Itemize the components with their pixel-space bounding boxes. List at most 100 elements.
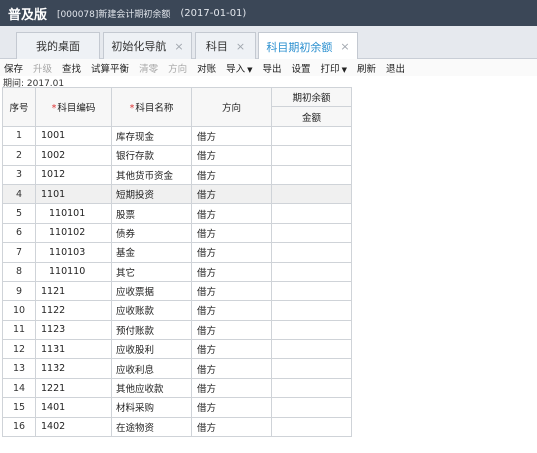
table-row[interactable]: 8 110110 其它 借方 bbox=[2, 261, 352, 282]
direction-button[interactable]: 方向 bbox=[168, 61, 187, 75]
account-name-cell[interactable]: 材料采购 bbox=[111, 397, 192, 418]
account-name-cell[interactable]: 预付账款 bbox=[111, 319, 192, 341]
direction-cell[interactable]: 借方 bbox=[191, 280, 272, 302]
settings-button[interactable]: 设置 bbox=[292, 61, 311, 75]
direction-cell[interactable]: 借方 bbox=[191, 145, 272, 166]
account-name-cell[interactable]: 应收股利 bbox=[111, 339, 192, 360]
account-code-cell[interactable]: 110101 bbox=[35, 203, 112, 224]
direction-cell[interactable]: 借方 bbox=[191, 416, 272, 438]
direction-cell[interactable]: 借方 bbox=[191, 261, 272, 282]
reconcile-button[interactable]: 对账 bbox=[197, 61, 216, 75]
print-button[interactable]: 打印 ▼ bbox=[321, 61, 347, 75]
account-name-cell[interactable]: 股票 bbox=[111, 203, 192, 224]
exit-button[interactable]: 退出 bbox=[386, 61, 405, 75]
table-row[interactable]: 16 1402 在途物资 借方 bbox=[2, 416, 352, 438]
direction-cell[interactable]: 借方 bbox=[191, 222, 272, 244]
table-row[interactable]: 3 1012 其他货币资金 借方 bbox=[2, 164, 352, 185]
amount-cell[interactable] bbox=[271, 339, 352, 360]
export-button[interactable]: 导出 bbox=[263, 61, 282, 75]
account-code-cell[interactable]: 110110 bbox=[35, 261, 112, 282]
amount-cell[interactable] bbox=[271, 261, 352, 282]
save-button[interactable]: 保存 bbox=[4, 61, 23, 75]
account-name-cell[interactable]: 短期投资 bbox=[111, 183, 192, 205]
account-code-cell[interactable]: 1001 bbox=[35, 125, 112, 147]
upgrade-button[interactable]: 升级 bbox=[33, 61, 52, 75]
table-row[interactable]: 15 1401 材料采购 借方 bbox=[2, 397, 352, 418]
direction-cell[interactable]: 借方 bbox=[191, 183, 272, 205]
account-code-cell[interactable]: 1221 bbox=[35, 377, 112, 399]
amount-cell[interactable] bbox=[271, 164, 352, 185]
account-name-cell[interactable]: 其他货币资金 bbox=[111, 164, 192, 185]
direction-cell[interactable]: 借方 bbox=[191, 242, 272, 263]
amount-cell[interactable] bbox=[271, 242, 352, 263]
account-name-cell[interactable]: 应收票据 bbox=[111, 280, 192, 302]
account-name-cell[interactable]: 其他应收款 bbox=[111, 377, 192, 399]
direction-cell[interactable]: 借方 bbox=[191, 125, 272, 147]
amount-cell[interactable] bbox=[271, 300, 352, 321]
tab-init-guide[interactable]: 初始化导航 × bbox=[103, 32, 192, 59]
table-row[interactable]: 2 1002 银行存款 借方 bbox=[2, 145, 352, 166]
table-row[interactable]: 4 1101 短期投资 借方 bbox=[2, 183, 352, 205]
account-code-cell[interactable]: 1002 bbox=[35, 145, 112, 166]
import-button[interactable]: 导入 ▼ bbox=[226, 61, 252, 75]
amount-cell[interactable] bbox=[271, 358, 352, 379]
table-row[interactable]: 12 1131 应收股利 借方 bbox=[2, 339, 352, 360]
tab-accounts[interactable]: 科目 × bbox=[195, 32, 256, 59]
account-code-cell[interactable]: 110103 bbox=[35, 242, 112, 263]
account-name-cell[interactable]: 银行存款 bbox=[111, 145, 192, 166]
account-code-cell[interactable]: 1122 bbox=[35, 300, 112, 321]
direction-cell[interactable]: 借方 bbox=[191, 300, 272, 321]
close-icon[interactable]: × bbox=[236, 40, 245, 53]
table-row[interactable]: 10 1122 应收账款 借方 bbox=[2, 300, 352, 321]
account-code-cell[interactable]: 1401 bbox=[35, 397, 112, 418]
table-row[interactable]: 9 1121 应收票据 借方 bbox=[2, 280, 352, 302]
refresh-button[interactable]: 刷新 bbox=[357, 61, 376, 75]
amount-cell[interactable] bbox=[271, 280, 352, 302]
amount-cell[interactable] bbox=[271, 416, 352, 438]
account-code-cell[interactable]: 1101 bbox=[35, 183, 112, 205]
amount-cell[interactable] bbox=[271, 222, 352, 244]
direction-cell[interactable]: 借方 bbox=[191, 339, 272, 360]
trial-balance-button[interactable]: 试算平衡 bbox=[91, 61, 129, 75]
account-name-cell[interactable]: 债券 bbox=[111, 222, 192, 244]
amount-cell[interactable] bbox=[271, 125, 352, 147]
table-row[interactable]: 14 1221 其他应收款 借方 bbox=[2, 377, 352, 399]
account-code-cell[interactable]: 1012 bbox=[35, 164, 112, 185]
table-row[interactable]: 13 1132 应收利息 借方 bbox=[2, 358, 352, 379]
amount-cell[interactable] bbox=[271, 319, 352, 341]
direction-cell[interactable]: 借方 bbox=[191, 203, 272, 224]
account-code-cell[interactable]: 1121 bbox=[35, 280, 112, 302]
direction-cell[interactable]: 借方 bbox=[191, 358, 272, 379]
table-row[interactable]: 6 110102 债券 借方 bbox=[2, 222, 352, 244]
tab-desktop[interactable]: 我的桌面 bbox=[16, 32, 100, 59]
clear-button[interactable]: 清零 bbox=[139, 61, 158, 75]
direction-cell[interactable]: 借方 bbox=[191, 319, 272, 341]
table-row[interactable]: 1 1001 库存现金 借方 bbox=[2, 125, 352, 147]
amount-cell[interactable] bbox=[271, 397, 352, 418]
direction-cell[interactable]: 借方 bbox=[191, 164, 272, 185]
amount-cell[interactable] bbox=[271, 183, 352, 205]
account-name-cell[interactable]: 库存现金 bbox=[111, 125, 192, 147]
account-code-cell[interactable]: 1132 bbox=[35, 358, 112, 379]
account-code-cell[interactable]: 110102 bbox=[35, 222, 112, 244]
table-row[interactable]: 5 110101 股票 借方 bbox=[2, 203, 352, 224]
account-name-cell[interactable]: 在途物资 bbox=[111, 416, 192, 438]
direction-cell[interactable]: 借方 bbox=[191, 377, 272, 399]
account-code-cell[interactable]: 1131 bbox=[35, 339, 112, 360]
close-icon[interactable]: × bbox=[340, 40, 349, 53]
table-row[interactable]: 11 1123 预付账款 借方 bbox=[2, 319, 352, 341]
find-button[interactable]: 查找 bbox=[62, 61, 81, 75]
amount-cell[interactable] bbox=[271, 145, 352, 166]
account-code-cell[interactable]: 1123 bbox=[35, 319, 112, 341]
account-name-cell[interactable]: 基金 bbox=[111, 242, 192, 263]
direction-cell[interactable]: 借方 bbox=[191, 397, 272, 418]
amount-cell[interactable] bbox=[271, 203, 352, 224]
amount-cell[interactable] bbox=[271, 377, 352, 399]
tab-opening-balance[interactable]: 科目期初余额 × bbox=[258, 32, 358, 60]
account-name-cell[interactable]: 应收账款 bbox=[111, 300, 192, 321]
account-name-cell[interactable]: 其它 bbox=[111, 261, 192, 282]
account-name-cell[interactable]: 应收利息 bbox=[111, 358, 192, 379]
table-row[interactable]: 7 110103 基金 借方 bbox=[2, 242, 352, 263]
close-icon[interactable]: × bbox=[174, 40, 183, 53]
account-code-cell[interactable]: 1402 bbox=[35, 416, 112, 438]
